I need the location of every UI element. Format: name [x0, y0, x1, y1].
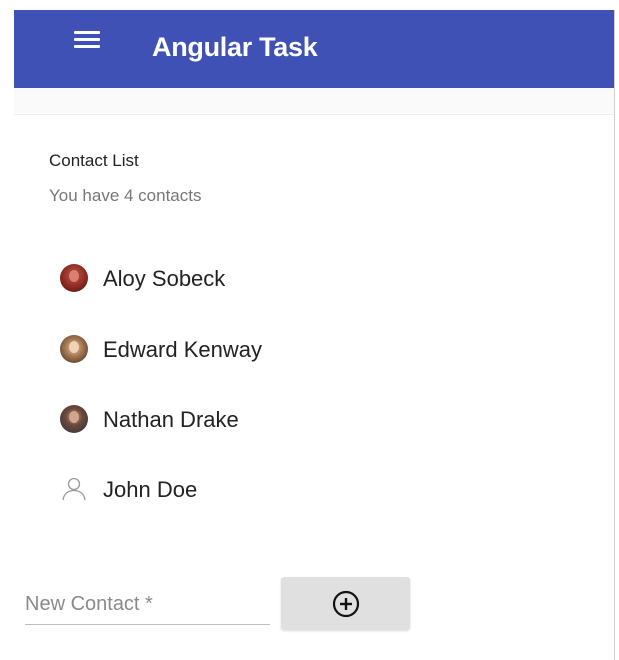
person-outline-icon: [62, 477, 86, 501]
contact-item[interactable]: John Doe: [49, 467, 349, 511]
avatar: [60, 335, 88, 363]
contact-name: Aloy Sobeck: [103, 266, 226, 291]
contact-count: You have 4 contacts: [49, 186, 202, 205]
subheader-strip: [14, 88, 614, 115]
panel-divider: [614, 10, 615, 660]
add-contact-button[interactable]: [281, 577, 410, 630]
app-frame: Angular Task Contact List You have 4 con…: [0, 0, 619, 660]
top-toolbar: Angular Task: [14, 10, 614, 88]
menu-icon[interactable]: [74, 29, 102, 49]
new-contact-input[interactable]: [25, 586, 270, 622]
app-title: Angular Task: [152, 32, 318, 62]
avatar: [60, 405, 88, 433]
contact-item[interactable]: Nathan Drake: [49, 397, 349, 441]
avatar: [60, 264, 88, 292]
new-contact-field: [25, 586, 270, 626]
contact-list-title: Contact List: [49, 151, 139, 170]
contact-name: Edward Kenway: [103, 337, 262, 362]
add-circle-icon: [332, 590, 360, 618]
contact-item[interactable]: Edward Kenway: [49, 327, 349, 371]
contact-item[interactable]: Aloy Sobeck: [49, 256, 349, 300]
input-underline: [25, 624, 270, 625]
contact-name: Nathan Drake: [103, 407, 239, 432]
contact-name: John Doe: [103, 477, 198, 502]
